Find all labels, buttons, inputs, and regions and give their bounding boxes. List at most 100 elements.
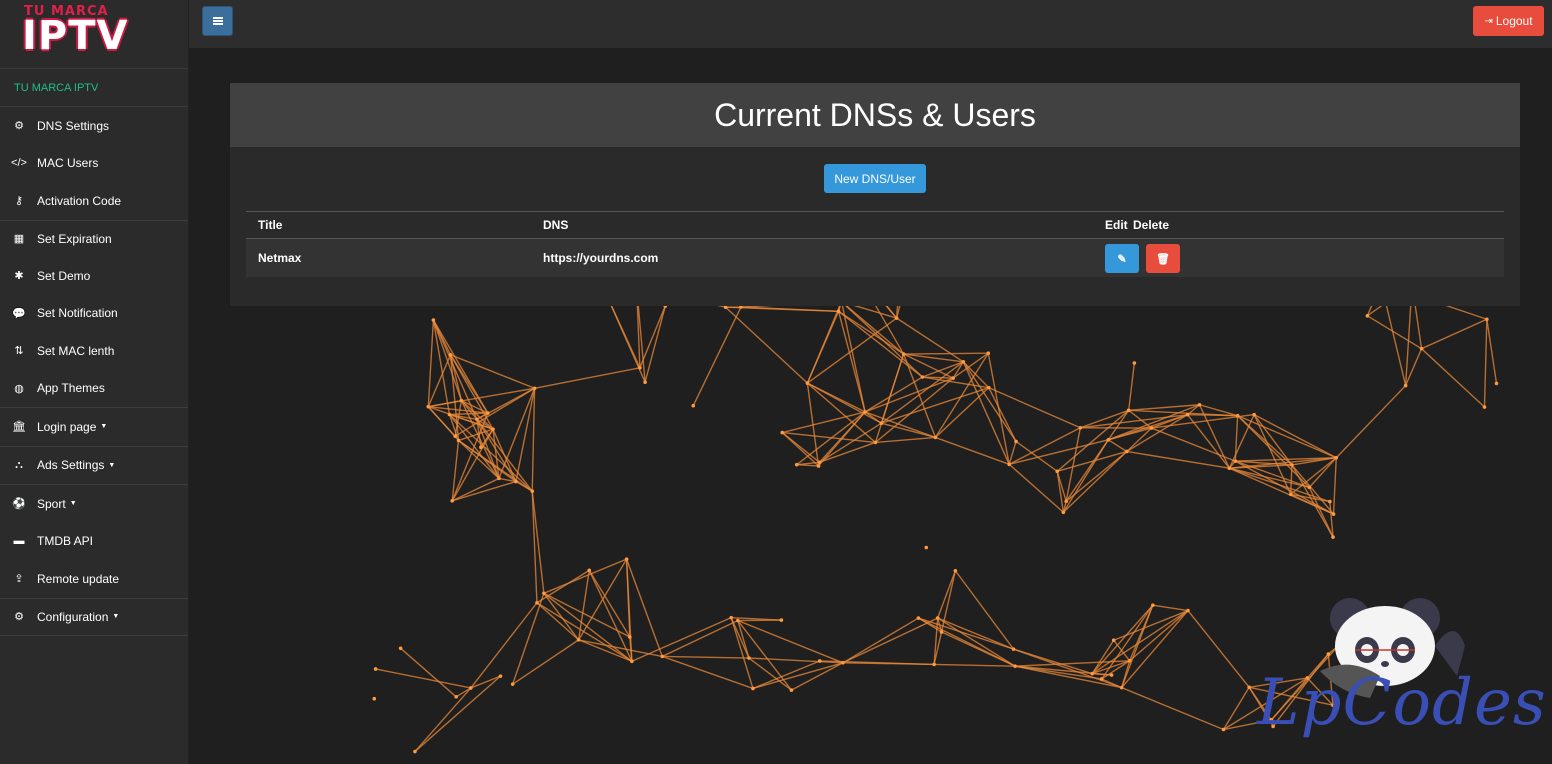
network-node (413, 749, 417, 754)
network-link (1335, 385, 1407, 459)
network-node (1011, 647, 1016, 651)
network-link (1121, 686, 1224, 731)
network-node (1419, 346, 1424, 351)
sidebar-item-set-demo[interactable]: ✱ Set Demo (0, 257, 188, 295)
key-icon: ⚷ (14, 195, 24, 208)
network-link (631, 617, 732, 662)
network-node (1061, 510, 1066, 515)
sidebar-item-sport[interactable]: ⚽ Sport ▼ (0, 484, 188, 523)
network-node (817, 659, 822, 663)
network-node (901, 352, 906, 356)
network-link (875, 436, 936, 444)
new-dns-user-button[interactable]: New DNS/User (824, 164, 926, 193)
network-link (880, 353, 905, 424)
network-link (918, 617, 1014, 650)
network-node (628, 635, 632, 639)
network-node (879, 421, 884, 425)
sidebar-item-set-mac-lenth[interactable]: ⇅ Set MAC lenth (0, 332, 188, 370)
network-node (1221, 727, 1226, 732)
network-link (543, 558, 627, 594)
network-node (497, 476, 501, 481)
network-link (625, 559, 633, 662)
sidebar-item-ads-settings[interactable]: ⛬ Ads Settings ▼ (0, 445, 188, 485)
network-node (789, 688, 794, 692)
sidebar-item-activation-code[interactable]: ⚷ Activation Code (0, 182, 188, 220)
network-link (737, 620, 750, 659)
network-link (937, 617, 1016, 667)
sidebar-item-label: Activation Code (37, 193, 122, 208)
network-node (1197, 402, 1202, 407)
network-node (459, 398, 464, 403)
sidebar-item-set-expiration[interactable]: ▦ Set Expiration (0, 219, 188, 258)
logo[interactable]: TU MARCA IPTV (0, 0, 188, 68)
caret-down-icon: ▼ (112, 613, 120, 621)
sidebar-item-set-notification[interactable]: 💬 Set Notification (0, 295, 188, 333)
network-link (1015, 440, 1058, 472)
network-node (447, 412, 452, 417)
edit-icon: ✎ (1117, 253, 1127, 265)
network-node (1132, 361, 1137, 365)
network-link (988, 387, 1017, 442)
edit-button[interactable]: ✎ (1105, 244, 1139, 273)
menu-toggle-button[interactable] (202, 6, 233, 36)
sidebar-item-remote-update[interactable]: ⇪ Remote update (0, 560, 188, 598)
network-node (817, 460, 822, 465)
network-link (1291, 464, 1335, 515)
network-node (491, 427, 495, 431)
network-link (748, 657, 843, 664)
upload-icon: ⇪ (14, 573, 24, 586)
network-node (951, 376, 955, 380)
panel-header: Current DNSs & Users (230, 83, 1520, 147)
dns-table: Title DNS Edit Delete Netmax https://you… (246, 211, 1504, 277)
network-link (1483, 319, 1488, 408)
sidebar-item-login-page[interactable]: 🏛 Login page ▼ (0, 407, 188, 446)
network-link (842, 617, 938, 664)
sidebar-item-dns-settings[interactable]: ⚙ DNS Settings (0, 107, 188, 145)
sidebar-item-app-themes[interactable]: ◍ App Themes (0, 370, 188, 408)
network-link (864, 411, 936, 439)
caret-down-icon: ▼ (100, 423, 108, 431)
brand-label[interactable]: TU MARCA IPTV (0, 68, 188, 107)
network-link (725, 306, 808, 384)
sidebar-item-configuration[interactable]: ⚙ Configuration ▼ (0, 597, 188, 636)
network-node (841, 660, 845, 665)
network-link (512, 593, 545, 685)
network-node (932, 662, 936, 667)
network-node (986, 385, 991, 390)
network-node (624, 557, 629, 561)
sidebar-item-tmdb-api[interactable]: ▬ TMDB API (0, 523, 188, 561)
sidebar-item-label: Login page (37, 419, 97, 434)
network-link (536, 569, 590, 604)
network-link (1237, 415, 1337, 459)
network-node (1109, 673, 1114, 677)
network-node (576, 638, 581, 642)
network-link (740, 306, 839, 312)
network-node (535, 600, 539, 605)
network-node (1290, 463, 1294, 467)
logout-button[interactable]: ⇥ Logout (1473, 6, 1544, 36)
sidebar-item-label: App Themes (37, 381, 105, 396)
sidebar-item-mac-users[interactable]: </> MAC Users (0, 145, 188, 183)
row-dns: https://yourdns.com (543, 251, 659, 265)
network-link (662, 655, 754, 690)
caret-down-icon: ▼ (69, 500, 77, 508)
network-node (1078, 425, 1083, 430)
network-link (639, 305, 666, 369)
network-link (1129, 610, 1189, 662)
delete-button[interactable]: 🗑 (1146, 244, 1180, 273)
sidebar-item-label: Configuration (37, 609, 109, 624)
network-node (514, 479, 518, 484)
sidebar-item-label: Set Expiration (37, 231, 112, 246)
globe-icon: ◍ (14, 382, 24, 395)
network-node (660, 654, 665, 659)
network-node (532, 386, 537, 391)
network-link (662, 655, 749, 659)
network-link (782, 431, 876, 444)
network-link (1486, 319, 1498, 384)
network-link (730, 617, 754, 689)
network-node (935, 616, 940, 620)
network-node (873, 440, 878, 445)
network-node (1149, 426, 1154, 430)
network-node (498, 674, 503, 678)
network-node (456, 438, 461, 443)
